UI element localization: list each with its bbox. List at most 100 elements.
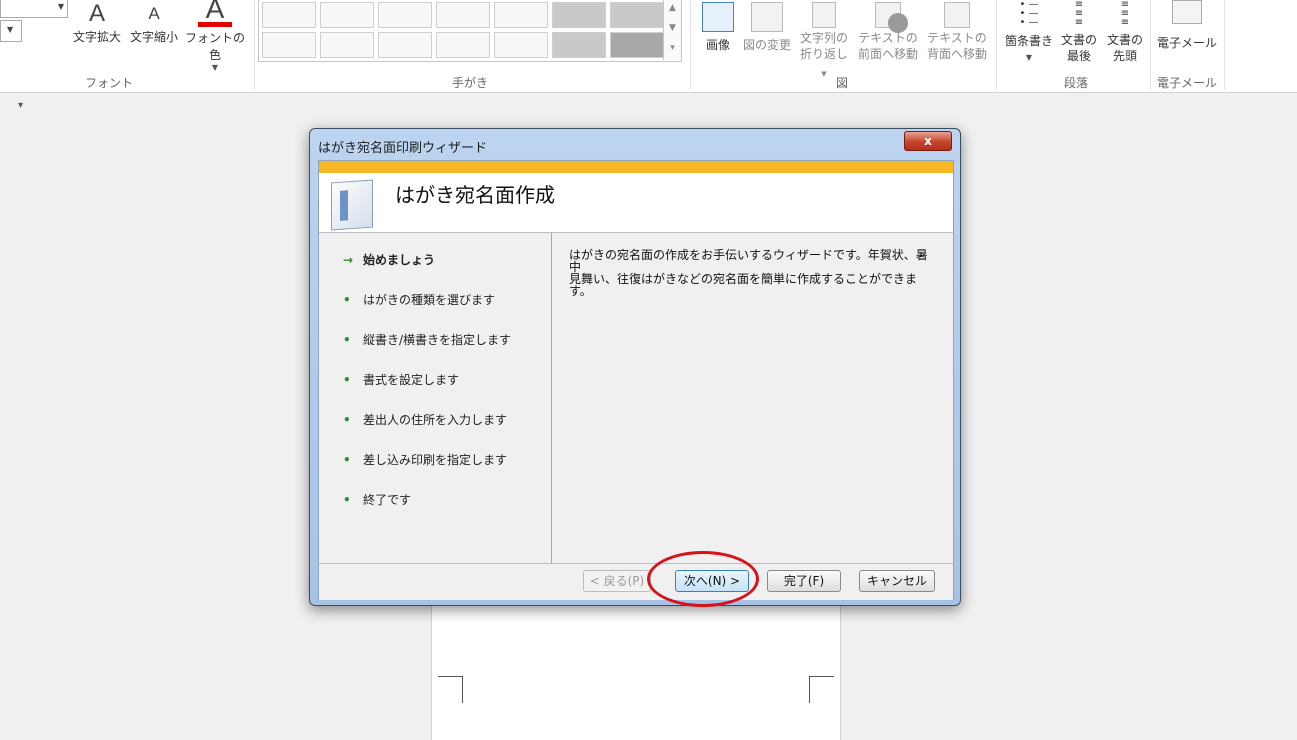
send-to-back-label-2: 背面へ移動 <box>926 47 987 61</box>
handwriting-style[interactable] <box>262 32 316 58</box>
handwriting-style[interactable] <box>552 32 606 58</box>
handwriting-style[interactable] <box>494 32 548 58</box>
handwriting-style[interactable] <box>320 2 374 28</box>
step-item[interactable]: • 縦書き/横書きを指定します <box>343 331 511 348</box>
email-button[interactable]: 電子メール <box>1156 0 1218 51</box>
handwriting-gallery[interactable] <box>258 0 682 62</box>
gallery-expand-icon[interactable]: ▾ <box>664 38 681 58</box>
step-item[interactable]: • 終了です <box>343 491 411 508</box>
chevron-down-icon[interactable]: ▼ <box>58 2 64 11</box>
grow-font-label: 文字拡大 <box>72 30 121 44</box>
bullets-icon: • — • — • — <box>1019 0 1039 28</box>
wizard-button-bar: < 戻る(P) 次へ(N) > 完了(F) キャンセル <box>319 563 953 600</box>
handwriting-style[interactable] <box>378 2 432 28</box>
postcard-wizard-dialog: はがき宛名面印刷ウィザード x はがき宛名面作成 → 始めましょう • はがきの種類… <box>309 128 961 606</box>
crop-mark <box>438 676 463 703</box>
scroll-down-icon[interactable]: ▼ <box>664 18 681 38</box>
handwriting-group-label: 手がき <box>451 76 488 90</box>
change-image-button[interactable]: 図の変更 <box>740 2 794 53</box>
handwriting-style[interactable] <box>494 2 548 28</box>
back-button[interactable]: < 戻る(P) <box>583 570 651 592</box>
highlight-circle <box>647 551 759 607</box>
step-item[interactable]: • 差し込み印刷を指定します <box>343 451 507 468</box>
step-label: 終了です <box>363 493 412 507</box>
handwriting-style[interactable] <box>610 2 664 28</box>
change-image-icon <box>751 2 783 32</box>
bring-to-front-label-2: 前面へ移動 <box>857 47 918 61</box>
group-divider <box>1150 0 1151 90</box>
wrap-text-button[interactable]: 文字列の 折り返し ▼ <box>797 2 851 82</box>
bring-to-front-button[interactable]: テキストの 前面へ移動 <box>856 2 920 62</box>
font-color-button[interactable]: A フォントの色 ▼ <box>184 0 246 72</box>
handwriting-style[interactable] <box>436 32 490 58</box>
email-group-label: 電子メール <box>1156 76 1217 90</box>
finish-button[interactable]: 完了(F) <box>767 570 841 592</box>
bullet-icon: • <box>343 373 351 387</box>
chevron-down-icon[interactable]: ▼ <box>184 63 246 72</box>
close-icon: x <box>924 134 932 148</box>
shrink-font-button[interactable]: A 文字縮小 <box>127 0 181 45</box>
handwriting-style[interactable] <box>378 32 432 58</box>
doc-end-label-2: 最後 <box>1066 49 1091 63</box>
handwriting-style[interactable] <box>320 32 374 58</box>
doc-start-icon: ≡ ≡ ≡ <box>1120 0 1130 28</box>
bullets-button[interactable]: • — • — • — 箇条書き ▼ <box>1000 0 1058 63</box>
postcard-icon <box>331 179 373 231</box>
doc-end-label-1: 文書の <box>1060 33 1097 47</box>
step-item[interactable]: • はがきの種類を選びます <box>343 291 495 308</box>
figure-group-label: 図 <box>835 76 848 90</box>
grow-font-button[interactable]: A 文字拡大 <box>70 0 124 45</box>
change-image-label: 図の変更 <box>742 38 791 52</box>
wizard-steps: → 始めましょう • はがきの種類を選びます • 縦書き/横書きを指定します • 書式を… <box>319 233 552 563</box>
image-button[interactable]: 画像 <box>700 2 736 53</box>
wrap-text-label-2: 折り返し <box>799 47 848 61</box>
step-item[interactable]: → 始めましょう <box>343 251 435 268</box>
step-item[interactable]: • 書式を設定します <box>343 371 459 388</box>
wizard-description: はがきの宛名面の作成をお手伝いするウィザードです。年賀状、暑中 見舞い、往復はが… <box>569 249 939 297</box>
banner-title: はがき宛名面作成 <box>395 183 555 207</box>
crop-mark <box>809 676 834 703</box>
step-label: 始めましょう <box>363 253 436 267</box>
font-name-combo[interactable]: ▼ <box>0 0 68 18</box>
handwriting-style[interactable] <box>610 32 664 58</box>
font-color-label: フォントの色 <box>184 31 245 62</box>
description-line: はがきの宛名面の作成をお手伝いするウィザードです。年賀状、暑中 <box>569 248 928 274</box>
bring-to-front-label-1: テキストの <box>858 31 918 45</box>
bullet-icon: • <box>343 453 351 467</box>
bullet-icon: • <box>343 413 351 427</box>
chevron-down-icon[interactable]: ▼ <box>7 25 13 34</box>
gallery-scrollbar[interactable]: ▲ ▼ ▾ <box>663 0 681 60</box>
font-group-label: フォント <box>84 76 133 90</box>
step-label: 縦書き/横書きを指定します <box>363 333 512 347</box>
bring-to-front-icon <box>875 2 908 33</box>
wizard-banner: はがき宛名面作成 <box>319 161 953 233</box>
wrap-text-icon <box>812 2 836 28</box>
handwriting-style[interactable] <box>436 2 490 28</box>
handwriting-style[interactable] <box>262 2 316 28</box>
step-label: 書式を設定します <box>363 373 460 387</box>
step-item[interactable]: • 差出人の住所を入力します <box>343 411 507 428</box>
scroll-up-icon[interactable]: ▲ <box>664 0 681 18</box>
email-icon <box>1172 0 1202 24</box>
document-page[interactable] <box>431 600 841 740</box>
doc-end-button[interactable]: ≡ ≡ ≡ 文書の 最後 <box>1058 0 1100 64</box>
image-label: 画像 <box>705 38 730 52</box>
send-to-back-button[interactable]: テキストの 背面へ移動 <box>923 2 991 62</box>
wrap-text-label-1: 文字列の <box>799 31 848 45</box>
font-size-combo[interactable]: ▼ <box>0 20 22 42</box>
close-button[interactable]: x <box>904 131 952 151</box>
send-to-back-label-1: テキストの <box>927 31 987 45</box>
doc-start-button[interactable]: ≡ ≡ ≡ 文書の 先頭 <box>1104 0 1146 64</box>
cancel-button[interactable]: キャンセル <box>859 570 935 592</box>
step-label: 差し込み印刷を指定します <box>363 453 508 467</box>
group-divider <box>996 0 997 90</box>
chevron-down-icon[interactable]: ▼ <box>1026 53 1032 62</box>
paragraph-group-label: 段落 <box>1063 76 1088 90</box>
step-label: はがきの種類を選びます <box>363 293 496 307</box>
bullet-icon: • <box>343 333 351 347</box>
step-label: 差出人の住所を入力します <box>363 413 508 427</box>
group-divider <box>690 0 691 90</box>
quick-access-dropdown-icon[interactable]: ▾ <box>18 100 23 111</box>
handwriting-style[interactable] <box>552 2 606 28</box>
ribbon: ▼ ▼ A 文字拡大 A 文字縮小 A フォントの色 ▼ フォント ▲ ▼ ▾ … <box>0 0 1297 93</box>
